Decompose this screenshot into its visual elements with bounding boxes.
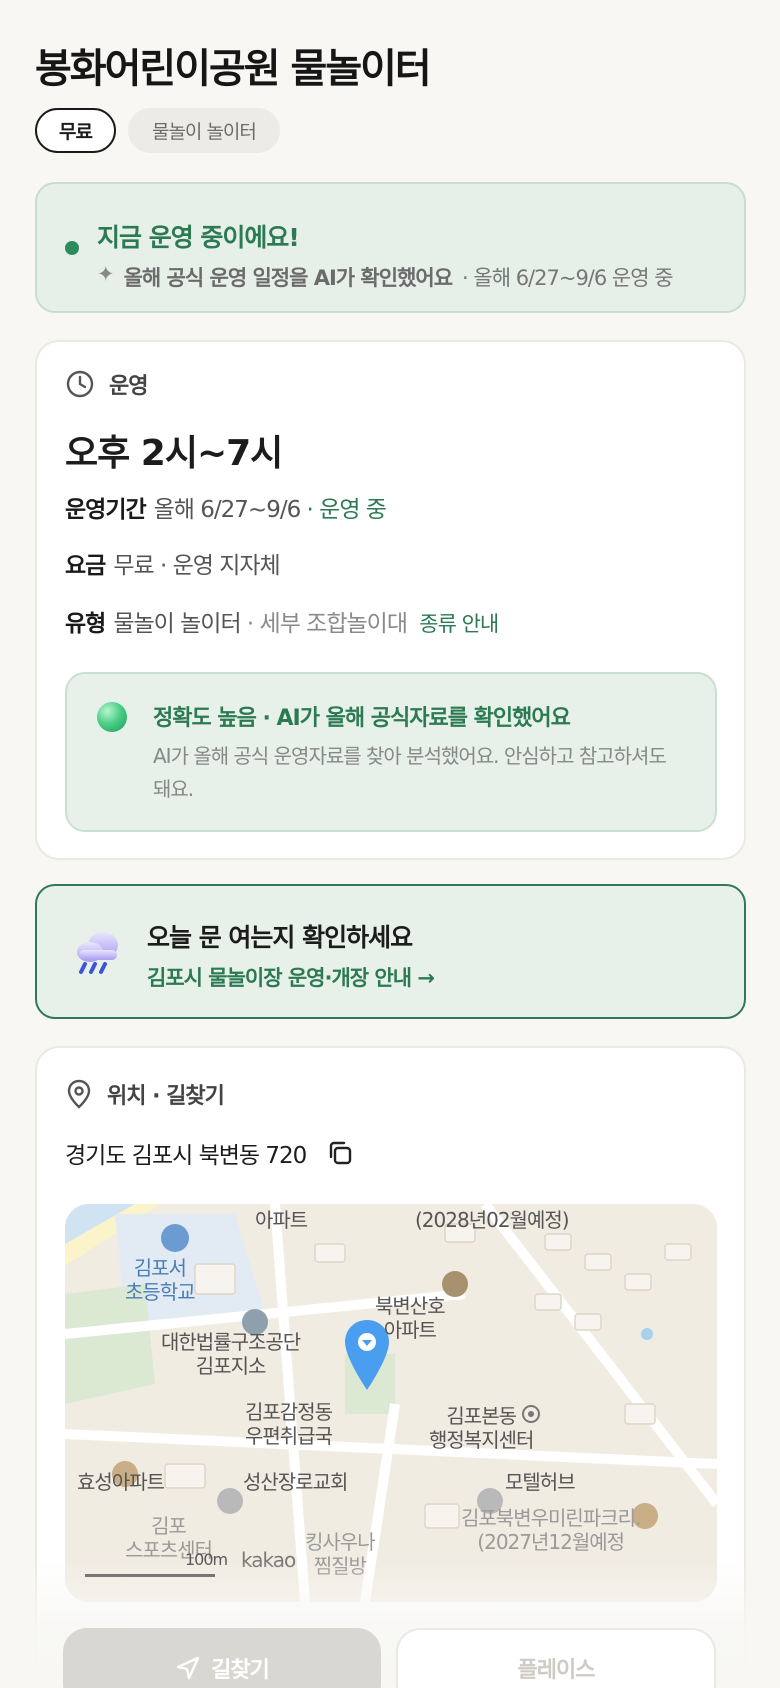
copy-icon[interactable] — [326, 1139, 354, 1167]
fee-label: 요금 — [65, 553, 106, 579]
type-guide-link[interactable]: 종류 안내 — [419, 612, 499, 636]
operating-status-card: 지금 운영 중이에요! ✦ 올해 공식 운영 일정을 AI가 확인했어요 · 올… — [35, 182, 746, 313]
location-label: 위치 · 길찾기 — [107, 1084, 225, 1109]
period-value: 올해 6/27~9/6 — [153, 497, 302, 523]
map-label-motel: 모텔허브 — [505, 1470, 576, 1494]
accuracy-title: 정확도 높음 · AI가 올해 공식자료를 확인했어요 — [153, 706, 571, 731]
map-label-bukbyeon: 북변산호 아파트 — [375, 1294, 446, 1342]
chip-free[interactable]: 무료 — [35, 108, 116, 153]
map-label-welfare: 김포본동 행정복지센터 — [429, 1404, 534, 1452]
map-label-dev-top: (2028년02월예정) — [415, 1208, 570, 1232]
location-header: 위치 · 길찾기 — [65, 1078, 225, 1110]
rain-cloud-icon — [77, 932, 118, 974]
status-subtitle: ✦ 올해 공식 운영 일정을 AI가 확인했어요 · 올해 6/27~9/6 운… — [97, 262, 674, 292]
status-dot-icon — [65, 241, 79, 255]
map-label-post: 김포감정동 우편취급국 — [245, 1400, 333, 1448]
status-title: 지금 운영 중이에요! — [97, 223, 300, 252]
type-detail: · 세부 조합놀이대 — [246, 611, 408, 637]
map-label-apt-top: 아파트 — [255, 1208, 308, 1232]
type-label: 유형 — [65, 611, 106, 637]
accuracy-box: 정확도 높음 · AI가 올해 공식자료를 확인했어요 AI가 올해 공식 운영… — [65, 672, 717, 832]
navigation-arrow-icon — [176, 1656, 200, 1680]
map-pin-icon — [67, 1079, 91, 1109]
ai-note: 올해 공식 운영 일정을 AI가 확인했어요 — [123, 266, 453, 290]
map-label-hyoseong: 효성아파트 — [77, 1470, 165, 1494]
place-label: 플레이스 — [517, 1658, 596, 1683]
address-text: 경기도 김포시 북변동 720 — [65, 1143, 307, 1169]
map-label-school: 김포서 초등학교 — [125, 1256, 196, 1304]
type-value: 물놀이 놀이터 — [113, 611, 241, 637]
operating-hours: 오후 2시~7시 — [65, 433, 283, 474]
notice-title: 오늘 문 여는지 확인하세요 — [147, 923, 413, 952]
map-label-church: 성산장로교회 — [243, 1470, 348, 1494]
address-row: 경기도 김포시 북변동 720 — [65, 1136, 354, 1170]
fee-row: 요금 무료 · 운영 지자체 — [65, 546, 281, 580]
directions-button[interactable]: 길찾기 — [63, 1628, 381, 1688]
check-open-banner[interactable]: 오늘 문 여는지 확인하세요 김포시 물놀이장 운영·개장 안내 → — [35, 884, 746, 1019]
ai-orb-icon — [97, 702, 127, 732]
sparkle-icon: ✦ — [97, 262, 115, 286]
page-title: 봉화어린이공원 물놀이터 — [35, 46, 432, 92]
type-row: 유형 물놀이 놀이터 · 세부 조합놀이대 종류 안내 — [65, 604, 499, 638]
status-period: · 올해 6/27~9/6 운영 중 — [462, 266, 674, 290]
directions-label: 길찾기 — [211, 1658, 270, 1683]
operation-card: 운영 오후 2시~7시 운영기간 올해 6/27~9/6 · 운영 중 요금 무료 … — [35, 340, 746, 860]
location-map[interactable]: 아파트 (2028년02월예정) 김포서 초등학교 북변산호 아파트 대한법률구… — [65, 1204, 717, 1602]
map-label-legal: 대한법률구조공단 김포지소 — [161, 1330, 301, 1378]
map-label-riverpark: 김포북변우미린파크리. (2027년12월예정 — [461, 1506, 641, 1554]
accuracy-description: AI가 올해 공식 운영자료를 찾아 분석했어요. 안심하고 참고하셔도 돼요. — [153, 744, 667, 801]
operation-label: 운영 — [109, 374, 148, 399]
period-label: 운영기간 — [65, 497, 147, 523]
place-button[interactable]: 플레이스 — [396, 1628, 716, 1688]
tag-chips: 무료 물놀이 놀이터 — [35, 108, 280, 153]
period-row: 운영기간 올해 6/27~9/6 · 운영 중 — [65, 490, 387, 524]
clock-icon — [66, 370, 94, 398]
chip-water-playground[interactable]: 물놀이 놀이터 — [127, 108, 280, 153]
period-status: · 운영 중 — [306, 497, 387, 523]
fee-value: 무료 · 운영 지자체 — [113, 553, 280, 579]
operation-header: 운영 — [65, 368, 148, 400]
notice-link[interactable]: 김포시 물놀이장 운영·개장 안내 → — [147, 962, 435, 992]
